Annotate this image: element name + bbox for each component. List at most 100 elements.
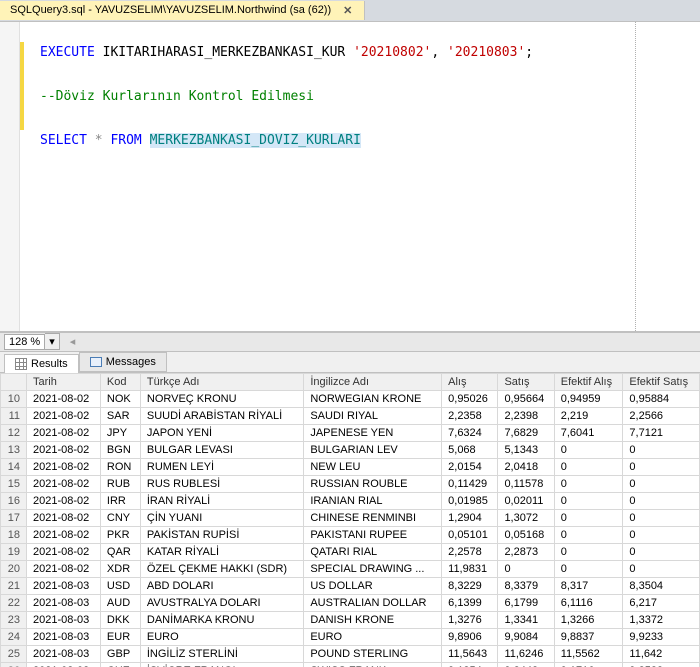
cell[interactable]: 22 bbox=[1, 595, 27, 612]
cell[interactable]: 1,3072 bbox=[498, 510, 554, 527]
cell[interactable]: İSVİÇRE FRANGI bbox=[140, 663, 303, 667]
cell[interactable]: 9,1716 bbox=[554, 663, 623, 667]
zoom-dropdown[interactable]: 128 % ▾ bbox=[4, 333, 60, 350]
cell[interactable]: ÇİN YUANI bbox=[140, 510, 303, 527]
cell[interactable]: JAPENESE YEN bbox=[304, 425, 442, 442]
cell[interactable]: XDR bbox=[100, 561, 140, 578]
cell[interactable]: 2021-08-02 bbox=[27, 510, 101, 527]
cell[interactable]: 8,317 bbox=[554, 578, 623, 595]
cell[interactable]: 6,217 bbox=[623, 595, 700, 612]
cell[interactable]: QAR bbox=[100, 544, 140, 561]
cell[interactable]: EURO bbox=[140, 629, 303, 646]
table-row[interactable]: 142021-08-02RONRUMEN LEYİNEW LEU2,01542,… bbox=[1, 459, 700, 476]
cell[interactable]: 9,9084 bbox=[498, 629, 554, 646]
cell[interactable]: AVUSTRALYA DOLARI bbox=[140, 595, 303, 612]
table-row[interactable]: 252021-08-03GBPİNGİLİZ STERLİNİPOUND STE… bbox=[1, 646, 700, 663]
col-ealis[interactable]: Efektif Alış bbox=[554, 374, 623, 391]
cell[interactable]: 6,1399 bbox=[442, 595, 498, 612]
cell[interactable]: DANİMARKA KRONU bbox=[140, 612, 303, 629]
cell[interactable]: 1,3372 bbox=[623, 612, 700, 629]
cell[interactable]: 0,95664 bbox=[498, 391, 554, 408]
cell[interactable]: 2021-08-02 bbox=[27, 408, 101, 425]
cell[interactable]: 2,2873 bbox=[498, 544, 554, 561]
cell[interactable]: 2021-08-02 bbox=[27, 493, 101, 510]
cell[interactable]: 2,2566 bbox=[623, 408, 700, 425]
cell[interactable]: 2,219 bbox=[554, 408, 623, 425]
col-ingilizce[interactable]: İngilizce Adı bbox=[304, 374, 442, 391]
cell[interactable]: CHINESE RENMINBI bbox=[304, 510, 442, 527]
tab-results[interactable]: Results bbox=[4, 354, 79, 373]
cell[interactable]: 0,95026 bbox=[442, 391, 498, 408]
chevron-down-icon[interactable]: ▾ bbox=[45, 333, 60, 350]
cell[interactable]: 14 bbox=[1, 459, 27, 476]
cell[interactable]: 11,5562 bbox=[554, 646, 623, 663]
cell[interactable]: 0 bbox=[623, 459, 700, 476]
cell[interactable]: İRAN RİYALİ bbox=[140, 493, 303, 510]
cell[interactable]: 7,6829 bbox=[498, 425, 554, 442]
cell[interactable]: JPY bbox=[100, 425, 140, 442]
cell[interactable]: PAKİSTAN RUPİSİ bbox=[140, 527, 303, 544]
cell[interactable]: 23 bbox=[1, 612, 27, 629]
cell[interactable]: 0 bbox=[623, 544, 700, 561]
cell[interactable]: 0 bbox=[623, 476, 700, 493]
cell[interactable]: RUS RUBLESİ bbox=[140, 476, 303, 493]
col-kod[interactable]: Kod bbox=[100, 374, 140, 391]
cell[interactable]: RUB bbox=[100, 476, 140, 493]
cell[interactable]: DANISH KRONE bbox=[304, 612, 442, 629]
cell[interactable]: BULGARIAN LEV bbox=[304, 442, 442, 459]
cell[interactable]: POUND STERLING bbox=[304, 646, 442, 663]
cell[interactable]: 21 bbox=[1, 578, 27, 595]
cell[interactable]: 2021-08-02 bbox=[27, 442, 101, 459]
cell[interactable]: 2,2578 bbox=[442, 544, 498, 561]
cell[interactable]: 2,2358 bbox=[442, 408, 498, 425]
cell[interactable]: RUMEN LEYİ bbox=[140, 459, 303, 476]
cell[interactable]: AUSTRALIAN DOLLAR bbox=[304, 595, 442, 612]
cell[interactable]: 0 bbox=[623, 493, 700, 510]
cell[interactable]: 2021-08-02 bbox=[27, 476, 101, 493]
cell[interactable]: 0 bbox=[554, 510, 623, 527]
cell[interactable]: PAKISTANI RUPEE bbox=[304, 527, 442, 544]
cell[interactable]: JAPON YENİ bbox=[140, 425, 303, 442]
cell[interactable]: RUSSIAN ROUBLE bbox=[304, 476, 442, 493]
table-row[interactable]: 102021-08-02NOKNORVEÇ KRONUNORWEGIAN KRO… bbox=[1, 391, 700, 408]
cell[interactable]: 9,2443 bbox=[498, 663, 554, 667]
col-rownum[interactable] bbox=[1, 374, 27, 391]
cell[interactable]: 0,05168 bbox=[498, 527, 554, 544]
cell[interactable]: 15 bbox=[1, 476, 27, 493]
cell[interactable]: 0,02011 bbox=[498, 493, 554, 510]
cell[interactable]: 0 bbox=[554, 544, 623, 561]
cell[interactable]: EUR bbox=[100, 629, 140, 646]
cell[interactable]: SAUDI RIYAL bbox=[304, 408, 442, 425]
cell[interactable]: BULGAR LEVASI bbox=[140, 442, 303, 459]
cell[interactable]: 2021-08-02 bbox=[27, 544, 101, 561]
cell[interactable]: 0 bbox=[554, 527, 623, 544]
cell[interactable]: 9,8837 bbox=[554, 629, 623, 646]
cell[interactable]: 1,3276 bbox=[442, 612, 498, 629]
cell[interactable]: USD bbox=[100, 578, 140, 595]
close-icon[interactable]: ✕ bbox=[339, 4, 356, 17]
cell[interactable]: 9,1854 bbox=[442, 663, 498, 667]
cell[interactable]: 2021-08-03 bbox=[27, 612, 101, 629]
cell[interactable]: 24 bbox=[1, 629, 27, 646]
table-row[interactable]: 232021-08-03DKKDANİMARKA KRONUDANISH KRO… bbox=[1, 612, 700, 629]
cell[interactable]: ABD DOLARI bbox=[140, 578, 303, 595]
cell[interactable]: NORWEGIAN KRONE bbox=[304, 391, 442, 408]
cell[interactable]: 0,11578 bbox=[498, 476, 554, 493]
cell[interactable]: 5,068 bbox=[442, 442, 498, 459]
cell[interactable]: 20 bbox=[1, 561, 27, 578]
cell[interactable]: 7,6324 bbox=[442, 425, 498, 442]
cell[interactable]: 0 bbox=[623, 442, 700, 459]
cell[interactable]: 12 bbox=[1, 425, 27, 442]
cell[interactable]: 1,3341 bbox=[498, 612, 554, 629]
cell[interactable]: 2,0418 bbox=[498, 459, 554, 476]
cell[interactable]: AUD bbox=[100, 595, 140, 612]
cell[interactable]: 2,0154 bbox=[442, 459, 498, 476]
col-esatis[interactable]: Efektif Satış bbox=[623, 374, 700, 391]
editor-content[interactable]: EXECUTE IKITARIHARASI_MERKEZBANKASI_KUR … bbox=[0, 22, 700, 162]
cell[interactable]: 0,11429 bbox=[442, 476, 498, 493]
tab-messages[interactable]: Messages bbox=[79, 352, 167, 372]
col-tarih[interactable]: Tarih bbox=[27, 374, 101, 391]
table-row[interactable]: 212021-08-03USDABD DOLARIUS DOLLAR8,3229… bbox=[1, 578, 700, 595]
cell[interactable]: 8,3379 bbox=[498, 578, 554, 595]
table-row[interactable]: 242021-08-03EUREUROEURO9,89069,90849,883… bbox=[1, 629, 700, 646]
